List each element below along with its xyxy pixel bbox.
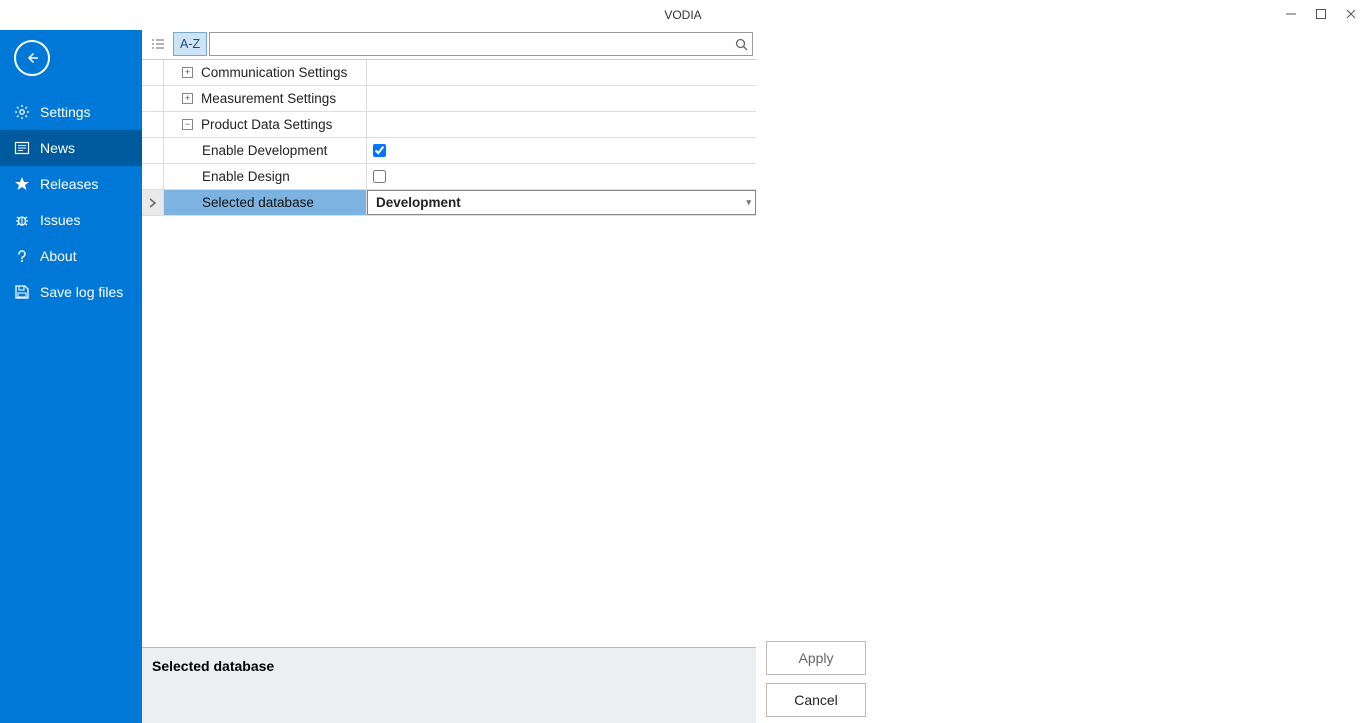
apply-button[interactable]: Apply	[766, 641, 866, 675]
settings-panel: A-Z + Communication Settings	[142, 30, 756, 723]
search-wrap	[209, 32, 753, 56]
sidebar-item-news[interactable]: News	[0, 130, 142, 166]
settings-toolbar: A-Z	[145, 31, 753, 57]
question-icon	[14, 248, 30, 264]
row-value	[367, 112, 756, 137]
row-gutter	[142, 164, 164, 189]
row-communication-settings[interactable]: + Communication Settings	[142, 60, 756, 86]
sidebar-item-releases[interactable]: Releases	[0, 166, 142, 202]
collapse-icon[interactable]: −	[182, 119, 193, 130]
sidebar-item-settings[interactable]: Settings	[0, 94, 142, 130]
row-product-data-settings[interactable]: − Product Data Settings	[142, 112, 756, 138]
search-input[interactable]	[210, 37, 730, 52]
description-panel: Selected database	[142, 647, 756, 723]
row-value	[367, 60, 756, 85]
sort-az-button[interactable]: A-Z	[173, 32, 207, 56]
row-label: + Communication Settings	[164, 60, 367, 85]
row-value[interactable]: Development ▾	[367, 190, 756, 215]
enable-design-checkbox[interactable]	[373, 170, 386, 183]
enable-development-checkbox[interactable]	[373, 144, 386, 157]
sidebar-item-label: Issues	[40, 212, 80, 228]
row-measurement-settings[interactable]: + Measurement Settings	[142, 86, 756, 112]
row-label: + Measurement Settings	[164, 86, 367, 111]
bug-icon	[14, 212, 30, 228]
star-icon	[14, 176, 30, 192]
titlebar: VODIA	[0, 0, 1366, 30]
row-enable-development[interactable]: Enable Development	[142, 138, 756, 164]
description-title: Selected database	[152, 658, 746, 674]
sidebar-item-issues[interactable]: Issues	[0, 202, 142, 238]
sidebar-item-label: About	[40, 248, 77, 264]
row-gutter	[142, 112, 164, 137]
chevron-down-icon: ▾	[746, 197, 751, 208]
row-label: Selected database	[164, 190, 367, 215]
maximize-button[interactable]	[1306, 0, 1336, 28]
close-button[interactable]	[1336, 0, 1366, 28]
sidebar-item-label: News	[40, 140, 75, 156]
back-button[interactable]	[0, 30, 142, 94]
search-icon[interactable]	[730, 38, 752, 51]
sidebar-item-label: Releases	[40, 176, 98, 192]
expand-icon[interactable]: +	[182, 93, 193, 104]
save-icon	[14, 284, 30, 300]
news-icon	[14, 140, 30, 156]
categorize-button[interactable]	[145, 32, 171, 56]
sidebar-item-save-logs[interactable]: Save log files	[0, 274, 142, 310]
actions-column: Apply Cancel	[756, 30, 1366, 723]
row-value	[367, 86, 756, 111]
chevron-right-icon	[149, 198, 157, 208]
cancel-button[interactable]: Cancel	[766, 683, 866, 717]
expand-icon[interactable]: +	[182, 67, 193, 78]
row-gutter	[142, 86, 164, 111]
row-selected-database[interactable]: Selected database Development ▾	[142, 190, 756, 216]
back-arrow-icon	[14, 40, 50, 76]
sidebar: Settings News Releases Issues About	[0, 30, 142, 723]
row-enable-design[interactable]: Enable Design	[142, 164, 756, 190]
sidebar-item-label: Settings	[40, 104, 91, 120]
sidebar-item-label: Save log files	[40, 284, 123, 300]
titlebar-controls	[1276, 0, 1366, 28]
window-title: VODIA	[664, 8, 701, 22]
row-gutter	[142, 60, 164, 85]
row-value[interactable]	[367, 138, 756, 163]
row-label: − Product Data Settings	[164, 112, 367, 137]
row-gutter	[142, 138, 164, 163]
row-label: Enable Development	[164, 138, 367, 163]
row-value[interactable]	[367, 164, 756, 189]
sidebar-item-about[interactable]: About	[0, 238, 142, 274]
property-grid: + Communication Settings + Measurement S…	[142, 59, 756, 216]
row-label: Enable Design	[164, 164, 367, 189]
row-gutter	[142, 190, 164, 215]
gear-icon	[14, 104, 30, 120]
minimize-button[interactable]	[1276, 0, 1306, 28]
selected-database-dropdown[interactable]: Development ▾	[368, 191, 755, 214]
